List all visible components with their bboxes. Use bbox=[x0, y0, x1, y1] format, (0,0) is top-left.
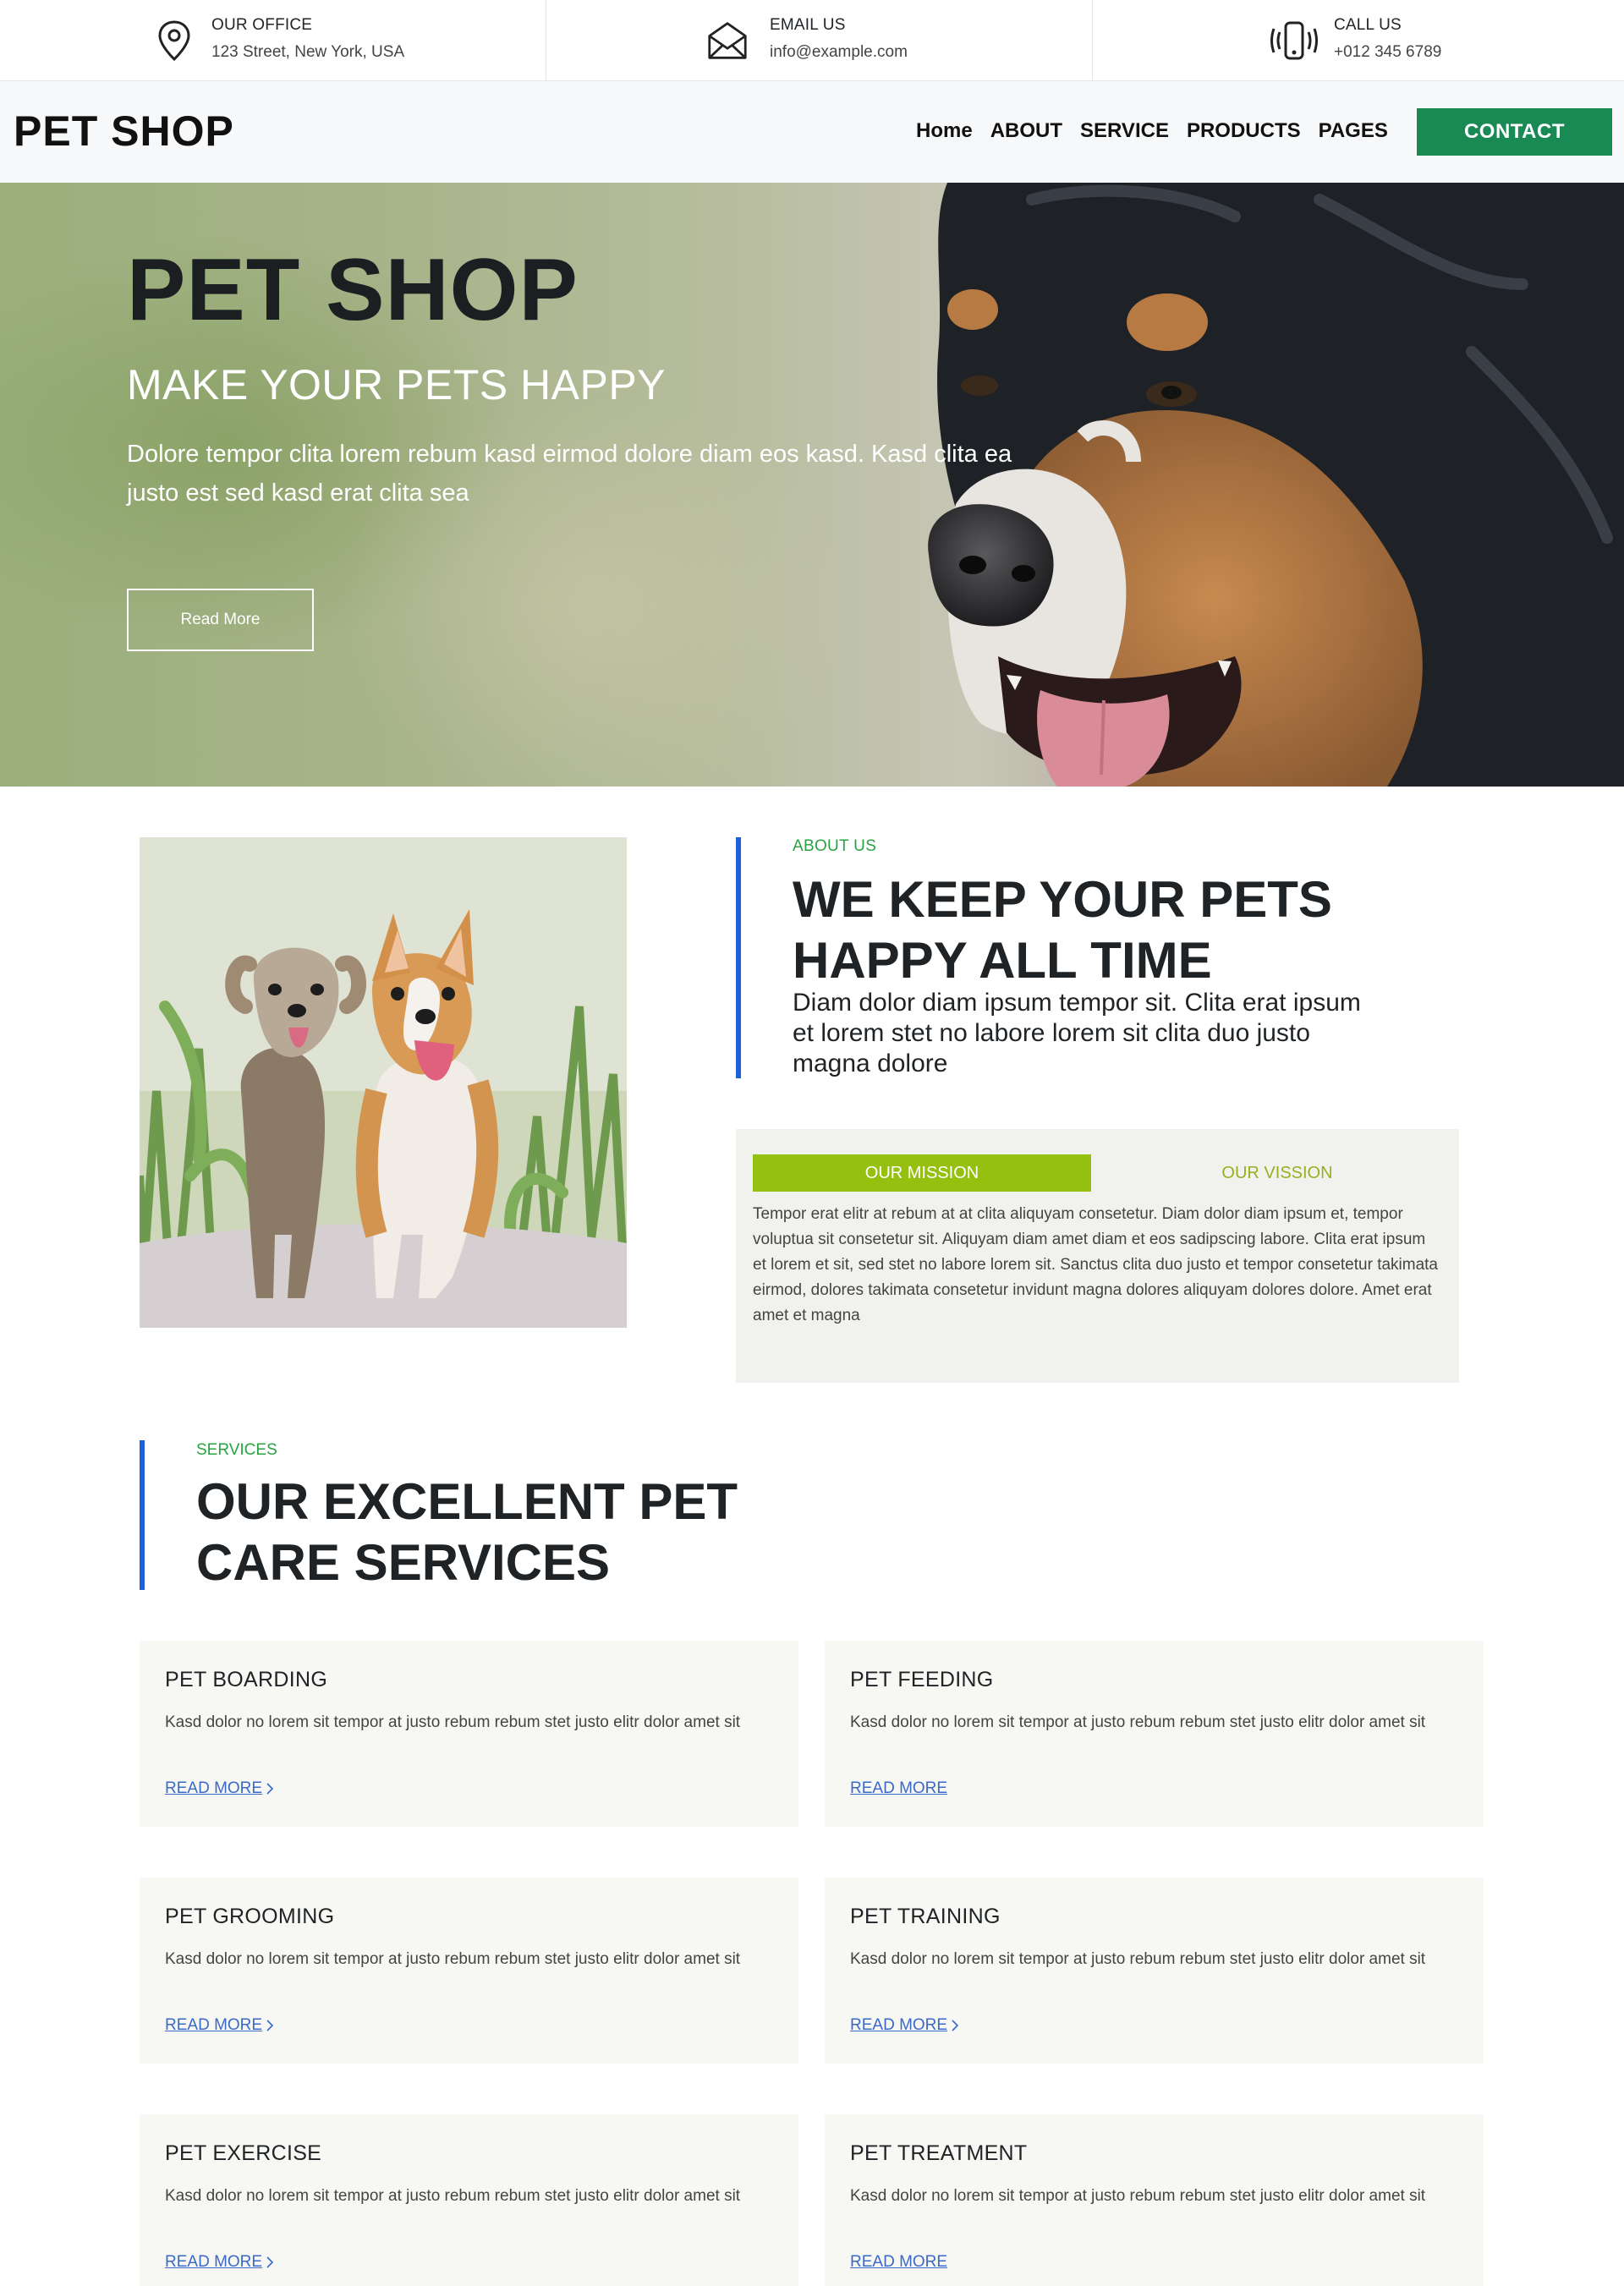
service-card-boarding: PET BOARDING Kasd dolor no lorem sit tem… bbox=[140, 1641, 798, 1827]
mission-vision-tabs: OUR MISSION OUR VISSION Tempor erat elit… bbox=[736, 1129, 1459, 1383]
main-nav: Home ABOUT SERVICE PRODUCTS PAGES bbox=[916, 119, 1406, 143]
office-info: OUR OFFICE 123 Street, New York, USA bbox=[0, 0, 546, 80]
about-accent-bar bbox=[736, 837, 741, 1078]
services-accent-bar bbox=[140, 1440, 145, 1590]
service-read-more-link[interactable]: READ MORE bbox=[850, 2016, 959, 2035]
service-text: Kasd dolor no lorem sit tempor at justo … bbox=[165, 2187, 741, 2205]
nav-item-about[interactable]: ABOUT bbox=[990, 119, 1062, 143]
chevron-right-icon bbox=[266, 2020, 274, 2031]
services-kicker: SERVICES bbox=[196, 1441, 277, 1459]
envelope-icon bbox=[708, 22, 747, 59]
service-title: PET FEEDING bbox=[850, 1668, 994, 1691]
service-read-more-link[interactable]: READ MORE bbox=[850, 2253, 947, 2272]
service-read-more-link[interactable]: READ MORE bbox=[850, 1779, 947, 1798]
service-text: Kasd dolor no lorem sit tempor at justo … bbox=[850, 2187, 1426, 2205]
service-card-treatment: PET TREATMENT Kasd dolor no lorem sit te… bbox=[825, 2114, 1484, 2286]
hero-banner: PET SHOP MAKE YOUR PETS HAPPY Dolore tem… bbox=[0, 183, 1624, 787]
tab-our-vision[interactable]: OUR VISSION bbox=[1108, 1154, 1446, 1192]
read-more-label[interactable]: READ MORE bbox=[850, 2253, 947, 2272]
nav-item-service[interactable]: SERVICE bbox=[1080, 119, 1169, 143]
about-kicker: ABOUT US bbox=[793, 837, 877, 855]
read-more-button[interactable]: Read More bbox=[127, 589, 314, 651]
email-address[interactable]: info@example.com bbox=[770, 43, 908, 62]
about-lead-text: Diam dolor diam ipsum tempor sit. Clita … bbox=[793, 989, 1361, 1077]
services-title: OUR EXCELLENT PET CARE SERVICES bbox=[196, 1473, 738, 1591]
service-title: PET TRAINING bbox=[850, 1905, 1001, 1928]
call-info: CALL US +012 345 6789 bbox=[1093, 0, 1624, 80]
nav-item-products[interactable]: PRODUCTS bbox=[1187, 119, 1301, 143]
chevron-right-icon bbox=[266, 2256, 274, 2268]
call-number[interactable]: +012 345 6789 bbox=[1334, 43, 1441, 62]
service-card-exercise: PET EXERCISE Kasd dolor no lorem sit tem… bbox=[140, 2114, 798, 2286]
top-info-bar: OUR OFFICE 123 Street, New York, USA EMA… bbox=[0, 0, 1624, 81]
service-read-more-link[interactable]: READ MORE bbox=[165, 2016, 274, 2035]
call-title: CALL US bbox=[1334, 16, 1402, 34]
service-title: PET TREATMENT bbox=[850, 2141, 1028, 2165]
chevron-right-icon bbox=[266, 1783, 274, 1795]
email-info: EMAIL US info@example.com bbox=[546, 0, 1093, 80]
office-address: 123 Street, New York, USA bbox=[211, 43, 405, 61]
service-text: Kasd dolor no lorem sit tempor at justo … bbox=[165, 1950, 741, 1968]
hero-title: PET SHOP bbox=[127, 241, 579, 339]
nav-item-pages[interactable]: PAGES bbox=[1319, 119, 1388, 143]
service-read-more-link[interactable]: READ MORE bbox=[165, 2253, 274, 2272]
main-navbar: PET SHOP Home ABOUT SERVICE PRODUCTS PAG… bbox=[0, 81, 1624, 183]
phone-vibrate-icon bbox=[1270, 21, 1318, 60]
read-more-label[interactable]: READ MORE bbox=[850, 2016, 947, 2035]
service-text: Kasd dolor no lorem sit tempor at justo … bbox=[165, 1713, 741, 1731]
read-more-label[interactable]: READ MORE bbox=[850, 1779, 947, 1798]
service-card-grooming: PET GROOMING Kasd dolor no lorem sit tem… bbox=[140, 1878, 798, 2064]
hero-subtitle: MAKE YOUR PETS HAPPY bbox=[127, 361, 667, 408]
service-text: Kasd dolor no lorem sit tempor at justo … bbox=[850, 1950, 1426, 1968]
service-title: PET BOARDING bbox=[165, 1668, 328, 1691]
read-more-label[interactable]: READ MORE bbox=[165, 2016, 262, 2035]
service-card-training: PET TRAINING Kasd dolor no lorem sit tem… bbox=[825, 1878, 1484, 2064]
about-two-dogs-image bbox=[140, 837, 627, 1328]
nav-item-home[interactable]: Home bbox=[916, 119, 973, 143]
service-read-more-link[interactable]: READ MORE bbox=[165, 1779, 274, 1798]
service-title: PET GROOMING bbox=[165, 1905, 335, 1928]
tab-content: Tempor erat elitr at rebum at at clita a… bbox=[753, 1205, 1438, 1324]
service-card-feeding: PET FEEDING Kasd dolor no lorem sit temp… bbox=[825, 1641, 1484, 1827]
contact-button[interactable]: CONTACT bbox=[1417, 108, 1612, 156]
service-title: PET EXERCISE bbox=[165, 2141, 322, 2165]
map-pin-icon bbox=[158, 20, 190, 62]
read-more-label[interactable]: READ MORE bbox=[165, 2253, 262, 2272]
office-title: OUR OFFICE bbox=[211, 16, 313, 34]
chevron-right-icon bbox=[952, 2020, 959, 2031]
email-title: EMAIL US bbox=[770, 16, 846, 34]
brand-logo[interactable]: PET SHOP bbox=[14, 107, 234, 156]
service-text: Kasd dolor no lorem sit tempor at justo … bbox=[850, 1713, 1426, 1731]
tab-our-mission[interactable]: OUR MISSION bbox=[753, 1154, 1091, 1192]
read-more-label[interactable]: READ MORE bbox=[165, 1779, 262, 1798]
about-title: WE KEEP YOUR PETS HAPPY ALL TIME bbox=[793, 871, 1332, 989]
hero-description: Dolore tempor clita lorem rebum kasd eir… bbox=[127, 441, 1012, 507]
